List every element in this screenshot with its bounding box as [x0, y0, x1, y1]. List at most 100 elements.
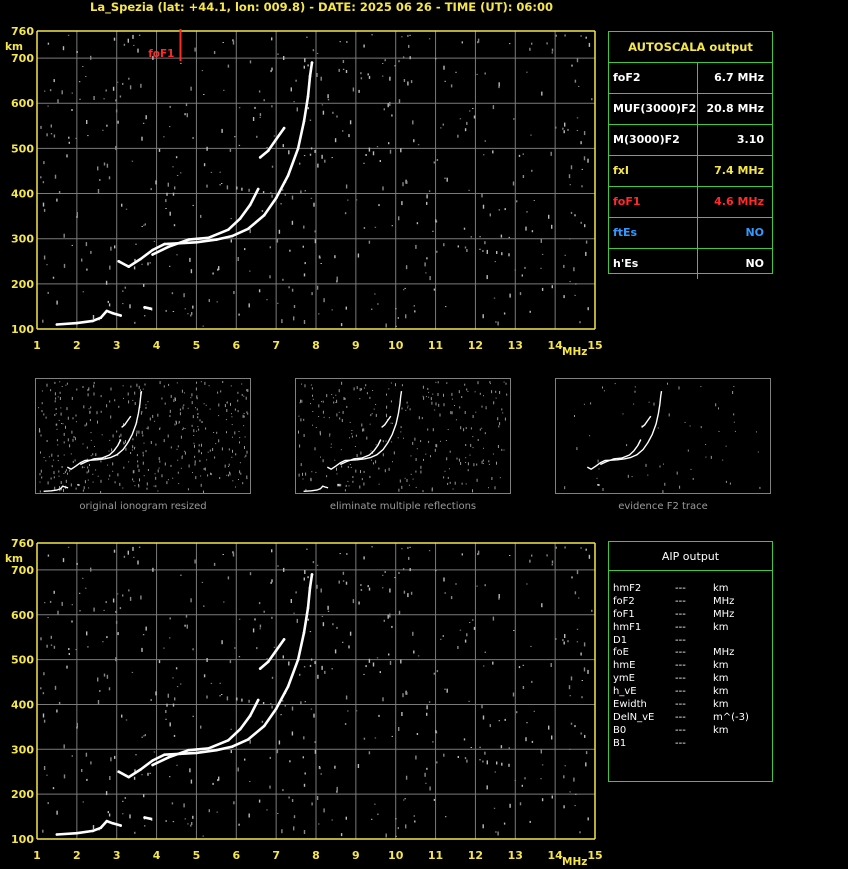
noise-dot: [482, 314, 484, 319]
aip-row: foF1 --- MHz: [609, 609, 772, 622]
noise-dot: [249, 229, 251, 234]
noise-dot: [310, 658, 313, 661]
noise-dot: [401, 201, 403, 206]
noise-dot: [514, 269, 516, 271]
noise-dot: [140, 595, 142, 600]
noise-dot: [248, 303, 250, 308]
noise-dot: [391, 225, 393, 227]
noise-dot: [321, 104, 324, 106]
noise-dot: [489, 724, 491, 728]
noise-dot: [382, 63, 384, 64]
noise-dot: [276, 238, 279, 243]
noise-dot: [521, 784, 523, 787]
trace-point: [308, 74, 312, 78]
trace-point: [151, 759, 154, 762]
noise-dot: [371, 818, 373, 820]
aip-unit: m^(-3): [713, 711, 749, 723]
noise-dot: [394, 65, 396, 67]
noise-dot: [444, 80, 446, 82]
noise-dot: [310, 147, 313, 150]
noise-dot: [212, 272, 214, 275]
noise-dot: [321, 665, 323, 670]
x-tick-label: 7: [272, 339, 280, 352]
noise-dot: [153, 240, 156, 242]
aip-dash: ---: [675, 634, 686, 646]
noise-dot: [141, 736, 143, 738]
noise-dot: [550, 663, 552, 667]
aip-dash: ---: [675, 711, 686, 723]
trace-point: [274, 196, 278, 200]
x-tick-label: 1: [33, 339, 41, 352]
noise-dot: [591, 609, 593, 612]
noise-dot: [312, 561, 315, 564]
noise-dot: [384, 571, 386, 573]
noise-dot: [192, 137, 194, 139]
noise-dot: [426, 705, 428, 710]
aip-row: ymE --- km: [609, 673, 772, 686]
noise-dot: [263, 610, 265, 613]
trace-point: [75, 321, 79, 325]
noise-dot: [551, 48, 554, 52]
noise-dot: [402, 56, 405, 59]
noise-dot: [133, 556, 135, 558]
noise-dot: [273, 646, 276, 648]
aip-row: Ewidth --- km: [609, 699, 772, 712]
noise-dot: [587, 669, 589, 674]
top-ionogram: 1 2 3 4 5 6 7 8 9 10 11 12 13 14 15MHz1002003004005006…: [5, 25, 603, 358]
noise-dot: [165, 199, 167, 203]
trace-point: [274, 707, 278, 711]
noise-dot: [415, 755, 417, 760]
x-tick-label: 7: [272, 849, 280, 862]
aip-unit: MHz: [713, 608, 735, 620]
noise-dot: [320, 773, 322, 775]
noise-dot: [108, 813, 111, 817]
noise-dot: [492, 150, 494, 154]
noise-dot: [71, 620, 73, 623]
noise-dot: [144, 315, 146, 317]
noise-dot: [259, 113, 262, 117]
noise-dot: [46, 774, 48, 776]
noise-dot: [336, 115, 338, 118]
noise-dot: [405, 314, 407, 319]
noise-dot: [389, 660, 392, 665]
noise-dot: [122, 82, 124, 85]
aip-dash: ---: [675, 737, 686, 749]
noise-dot: [322, 622, 325, 627]
noise-dot: [524, 777, 526, 780]
noise-dot: [289, 760, 291, 763]
x-tick-label: 2: [73, 339, 81, 352]
noise-dot: [575, 793, 577, 795]
noise-dot: [378, 714, 380, 717]
noise-dot: [336, 276, 338, 281]
noise-dot: [106, 124, 108, 127]
noise-dot: [302, 245, 304, 248]
noise-dot: [134, 831, 136, 834]
noise-dot: [482, 250, 484, 252]
noise-dot: [414, 820, 416, 823]
noise-dot: [514, 779, 516, 781]
noise-dot: [280, 714, 282, 716]
noise-dot: [52, 276, 55, 279]
noise-dot: [363, 673, 365, 675]
noise-dot: [194, 559, 196, 564]
noise-dot: [158, 148, 161, 152]
noise-dot: [368, 75, 371, 79]
noise-dot: [296, 107, 298, 112]
noise-dot: [404, 287, 406, 289]
noise-dot: [409, 34, 411, 36]
noise-dot: [254, 106, 256, 109]
trace-point: [239, 727, 242, 731]
noise-dot: [551, 224, 553, 229]
noise-dot: [432, 230, 434, 232]
noise-dot: [222, 554, 224, 555]
x-tick-label: 4: [153, 339, 161, 352]
noise-dot: [482, 824, 484, 829]
noise-dot: [82, 801, 84, 803]
y-tick-label: 760: [11, 25, 34, 38]
noise-dot: [400, 659, 402, 664]
noise-dot: [481, 704, 483, 709]
noise-dot: [347, 199, 349, 201]
noise-dot: [541, 603, 543, 608]
noise-dot: [129, 596, 132, 601]
noise-dot: [472, 619, 474, 621]
